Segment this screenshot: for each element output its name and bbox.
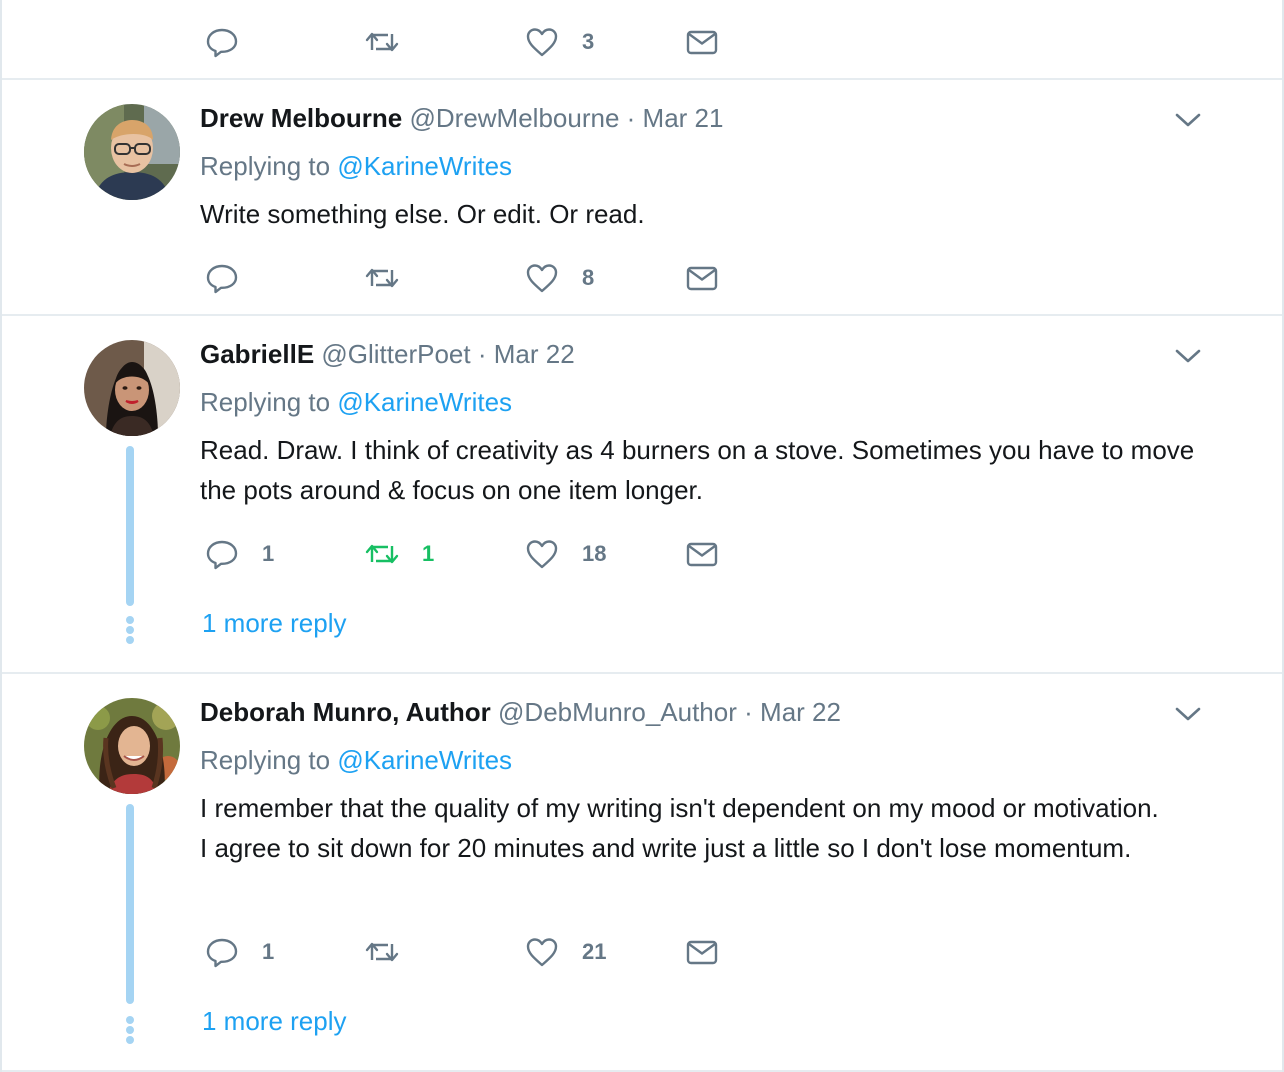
tweet-text: I remember that the quality of my writin… xyxy=(200,793,1159,863)
thread-dot xyxy=(126,616,134,624)
retweet-icon xyxy=(364,260,400,296)
display-name[interactable]: Drew Melbourne xyxy=(200,103,402,133)
like-count: 3 xyxy=(582,29,595,54)
divider xyxy=(2,314,1282,316)
like-button[interactable]: 18 xyxy=(524,536,606,572)
envelope-icon xyxy=(684,260,720,296)
like-count: 18 xyxy=(582,541,607,566)
more-replies-link[interactable]: 1 more reply xyxy=(202,1006,347,1037)
tweet-header: Drew Melbourne @DrewMelbourne · Mar 21 xyxy=(200,101,723,135)
avatar[interactable] xyxy=(84,340,180,436)
like-count: 8 xyxy=(582,265,595,290)
tweet-text: Write something else. Or edit. Or read. xyxy=(200,199,645,229)
reply-bubble-icon xyxy=(204,536,240,572)
reply-bubble-icon xyxy=(204,934,240,970)
reply-button[interactable] xyxy=(204,260,262,296)
retweet-button[interactable] xyxy=(364,24,422,60)
user-handle[interactable]: @GlitterPoet xyxy=(321,339,470,369)
direct-message-button[interactable] xyxy=(684,536,720,572)
like-count: 21 xyxy=(582,939,607,964)
replying-to: Replying to @KarineWrites xyxy=(200,385,512,419)
reply-button[interactable] xyxy=(204,24,262,60)
replying-prefix: Replying to xyxy=(200,151,338,181)
reply-button[interactable]: 1 xyxy=(204,934,274,970)
separator-dot: · xyxy=(477,339,487,369)
reply-count: 1 xyxy=(262,939,275,964)
tweet-date[interactable]: Mar 22 xyxy=(760,697,841,727)
heart-icon xyxy=(524,536,560,572)
display-name[interactable]: Deborah Munro, Author xyxy=(200,697,491,727)
divider xyxy=(2,78,1282,80)
retweet-count: 1 xyxy=(422,541,435,566)
like-button[interactable]: 8 xyxy=(524,260,594,296)
like-button[interactable]: 3 xyxy=(524,24,594,60)
retweet-icon xyxy=(364,24,400,60)
replying-mention[interactable]: @KarineWrites xyxy=(337,151,512,181)
replying-prefix: Replying to xyxy=(200,745,338,775)
direct-message-button[interactable] xyxy=(684,24,720,60)
like-button[interactable]: 21 xyxy=(524,934,606,970)
separator-dot: · xyxy=(626,103,636,133)
retweet-button[interactable] xyxy=(364,934,422,970)
tweet-date[interactable]: Mar 22 xyxy=(494,339,575,369)
tweet-text: Read. Draw. I think of creativity as 4 b… xyxy=(200,435,1195,505)
heart-icon xyxy=(524,260,560,296)
more-replies-link[interactable]: 1 more reply xyxy=(202,608,347,639)
retweet-button[interactable] xyxy=(364,260,422,296)
thread-dot xyxy=(126,1016,134,1024)
replying-mention[interactable]: @KarineWrites xyxy=(337,745,512,775)
replying-prefix: Replying to xyxy=(200,387,338,417)
thread-dot xyxy=(126,1036,134,1044)
tweet-date[interactable]: Mar 21 xyxy=(643,103,724,133)
user-handle[interactable]: @DebMunro_Author xyxy=(498,697,737,727)
tweet-header: Deborah Munro, Author @DebMunro_Author ·… xyxy=(200,695,841,729)
thread-dot xyxy=(126,636,134,644)
tweet-header: GabriellE @GlitterPoet · Mar 22 xyxy=(200,337,575,371)
reply-bubble-icon xyxy=(204,24,240,60)
thread-connector xyxy=(126,446,134,606)
display-name[interactable]: GabriellE xyxy=(200,339,314,369)
thread-dot xyxy=(126,1026,134,1034)
thread-connector xyxy=(126,804,134,1004)
envelope-icon xyxy=(684,24,720,60)
replying-to: Replying to @KarineWrites xyxy=(200,743,512,777)
chevron-down-icon[interactable] xyxy=(1172,104,1204,136)
tweet-thread: 3 Drew Melbourne @DrewMelbourne · Mar 21… xyxy=(0,0,1284,1072)
user-handle[interactable]: @DrewMelbourne xyxy=(409,103,619,133)
replying-to: Replying to @KarineWrites xyxy=(200,149,512,183)
reply-count: 1 xyxy=(262,541,275,566)
thread-dot xyxy=(126,626,134,634)
retweet-button[interactable]: 1 xyxy=(364,536,434,572)
retweet-icon xyxy=(364,536,400,572)
direct-message-button[interactable] xyxy=(684,260,720,296)
envelope-icon xyxy=(684,934,720,970)
reply-bubble-icon xyxy=(204,260,240,296)
retweet-icon xyxy=(364,934,400,970)
chevron-down-icon[interactable] xyxy=(1172,698,1204,730)
heart-icon xyxy=(524,24,560,60)
direct-message-button[interactable] xyxy=(684,934,720,970)
chevron-down-icon[interactable] xyxy=(1172,340,1204,372)
divider xyxy=(2,672,1282,674)
avatar[interactable] xyxy=(84,698,180,794)
separator-dot: · xyxy=(744,697,753,727)
avatar[interactable] xyxy=(84,104,180,200)
reply-button[interactable]: 1 xyxy=(204,536,274,572)
heart-icon xyxy=(524,934,560,970)
envelope-icon xyxy=(684,536,720,572)
replying-mention[interactable]: @KarineWrites xyxy=(337,387,512,417)
